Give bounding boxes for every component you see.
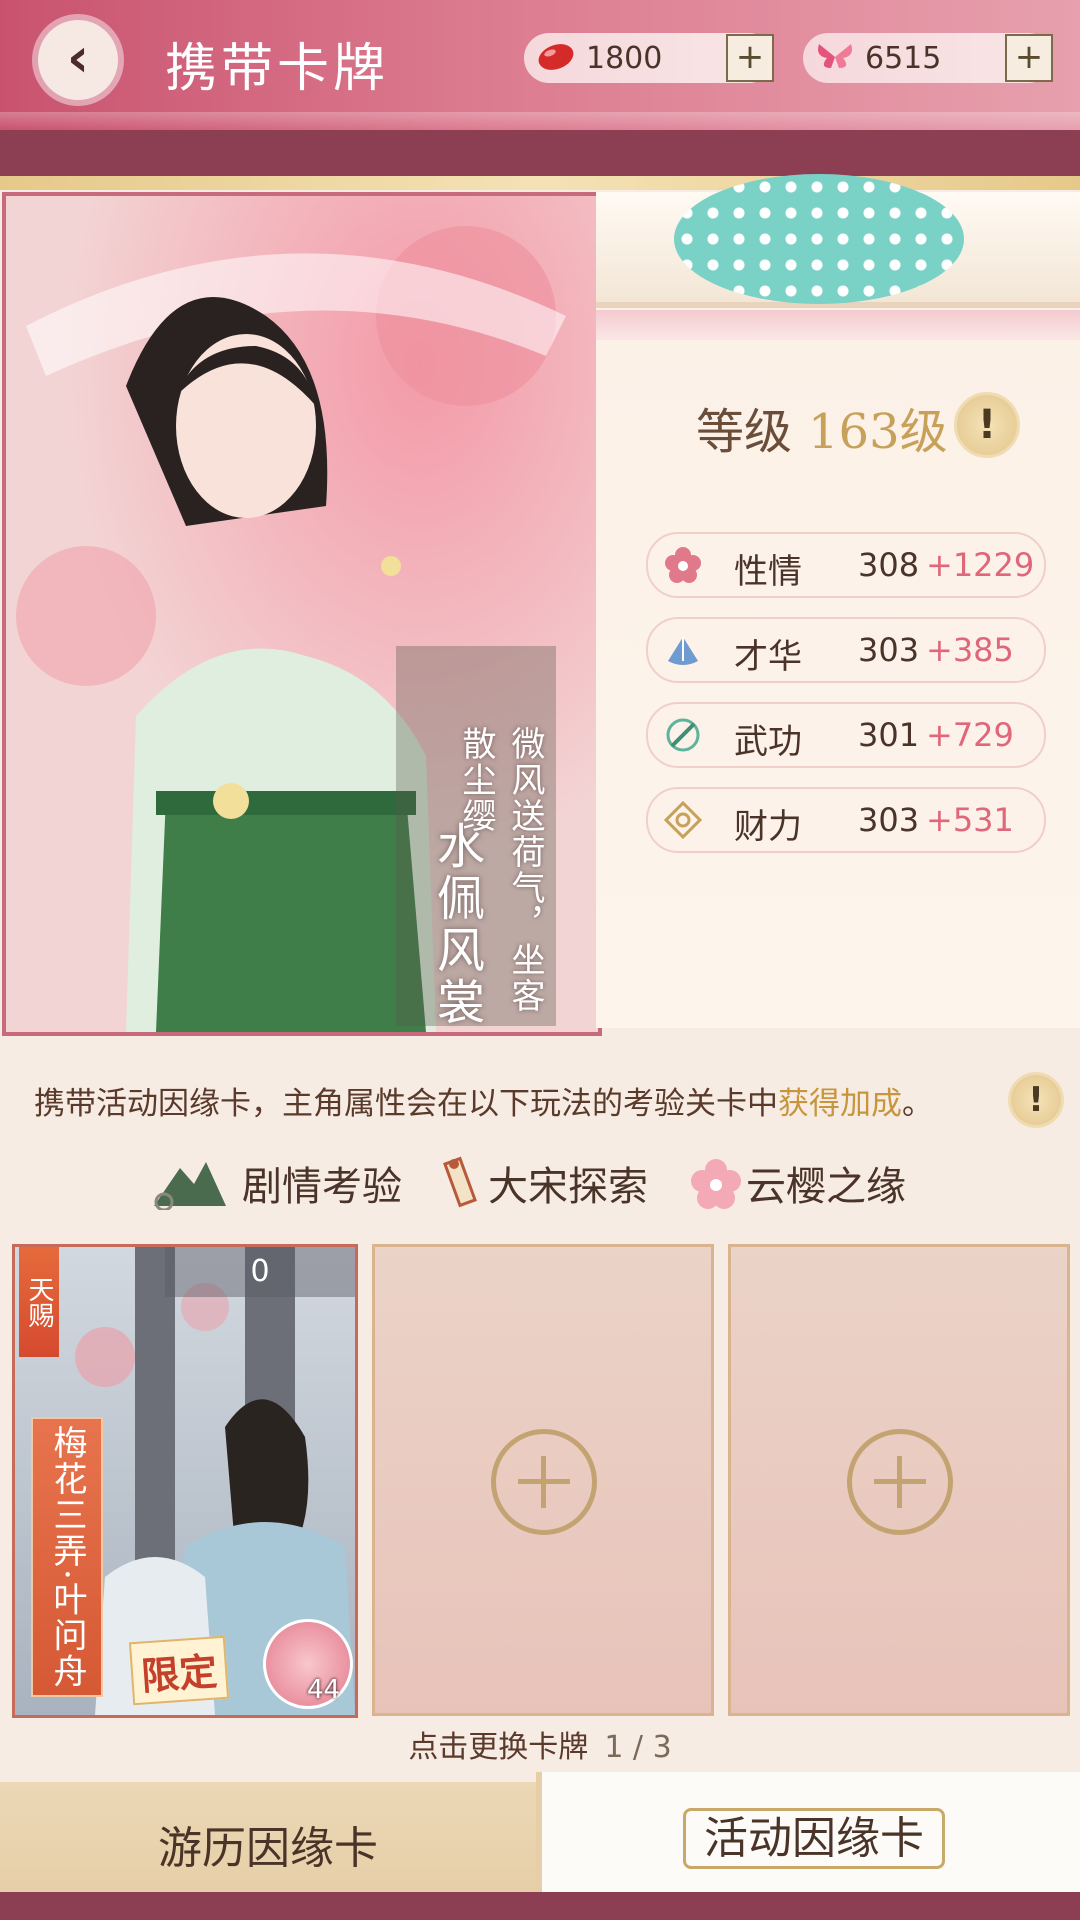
card-title: 水佩风裳 <box>428 821 484 1029</box>
resource-value: 6515 <box>865 41 942 76</box>
tab-wander-cards[interactable]: 游历因缘卡 <box>0 1782 536 1892</box>
resource-butterfly: 6515 + <box>803 33 1053 83</box>
header-divider <box>0 130 1080 190</box>
level-value: 163级 <box>808 404 948 460</box>
mode-story-trial: 剧情考验 <box>150 1150 410 1210</box>
stat-label: 武功 <box>734 722 802 762</box>
card-slot-empty[interactable] <box>372 1244 714 1716</box>
cherry-blossom-icon <box>691 1159 741 1209</box>
description-text: 携带活动因缘卡，主角属性会在以下玩法的考验关卡中 <box>34 1086 778 1122</box>
switch-card-hint: 点击更换卡牌 1 / 3 <box>0 1722 1080 1766</box>
decorative-banner <box>596 174 1080 308</box>
card-slot-empty[interactable] <box>728 1244 1070 1716</box>
butterfly-icon <box>818 44 852 68</box>
level-info-button[interactable]: ! <box>954 392 1020 458</box>
add-butterfly-button[interactable]: + <box>1005 34 1053 82</box>
decorative-ribbon <box>596 310 1080 340</box>
sword-icon <box>666 718 700 752</box>
fan-icon <box>668 637 698 665</box>
card-slot-filled[interactable]: 天赐 0 梅花三弄·叶问舟 限定 44 <box>12 1244 358 1718</box>
stat-bonus: +729 <box>926 716 1014 754</box>
tab-label: 游历因缘卡 <box>158 1823 378 1874</box>
stat-row-temperament: 性情 308 +1229 <box>646 532 1046 598</box>
plus-circle-icon <box>491 1429 597 1535</box>
stat-row-martial: 武功 301 +729 <box>646 702 1046 768</box>
tab-label-wrap: 活动因缘卡 <box>542 1802 1080 1869</box>
stat-label: 才华 <box>734 637 802 677</box>
stat-row-wealth: 财力 303 +531 <box>646 787 1046 853</box>
back-button[interactable]: ‹ <box>38 20 118 100</box>
mode-cloud-sakura: 云樱之缘 <box>686 1150 926 1210</box>
stat-bonus: +1229 <box>926 546 1035 584</box>
tab-label: 活动因缘卡 <box>683 1808 945 1869</box>
mountain-icon <box>154 1162 226 1210</box>
tab-event-cards[interactable]: 活动因缘卡 <box>536 1772 1080 1892</box>
card-info-panel: 等级 163级 ! 性情 308 +1229 才华 303 +385 武功 30… <box>596 174 1080 1028</box>
mode-label: 大宋探索 <box>488 1164 648 1210</box>
switch-hint-text: 点击更换卡牌 <box>408 1730 589 1765</box>
mode-label: 云樱之缘 <box>746 1164 906 1210</box>
chevron-left-icon: ‹ <box>66 26 90 89</box>
flower-icon <box>665 547 701 583</box>
mode-label: 剧情考验 <box>242 1164 402 1210</box>
coin-icon <box>664 801 702 839</box>
bottom-border <box>0 1892 1080 1920</box>
stat-bonus: +385 <box>926 631 1014 669</box>
character-card: 水佩风裳 微风送荷气，坐客散尘缨 <box>2 192 602 1036</box>
description-end: 。 <box>902 1086 933 1122</box>
stat-base: 308 <box>858 546 920 584</box>
resource-red-bean: 1800 + <box>524 33 774 83</box>
polka-dot-emblem <box>674 174 964 304</box>
slot-card-name: 梅花三弄·叶问舟 <box>31 1417 103 1697</box>
level-label: 等级 <box>696 404 793 460</box>
page-indicator: 1 / 3 <box>604 1730 672 1765</box>
gift-tag: 天赐 <box>19 1247 59 1357</box>
stat-base: 303 <box>858 801 920 839</box>
description-info-button[interactable]: ! <box>1008 1072 1064 1128</box>
page-title: 携带卡牌 <box>165 39 390 99</box>
scroll-icon <box>443 1156 477 1208</box>
stat-row-talent: 才华 303 +385 <box>646 617 1046 683</box>
bonus-description: 携带活动因缘卡，主角属性会在以下玩法的考验关卡中获得加成。 <box>34 1078 933 1123</box>
stat-base: 301 <box>858 716 920 754</box>
plus-circle-icon <box>847 1429 953 1535</box>
slot-count: 0 <box>165 1247 355 1297</box>
stat-base: 303 <box>858 631 920 669</box>
stat-bonus: +531 <box>926 801 1014 839</box>
slot-card-level: 44 <box>307 1675 341 1705</box>
red-bean-icon <box>538 44 574 70</box>
card-poem: 微风送荷气，坐客散尘缨 <box>456 726 545 1014</box>
description-highlight: 获得加成 <box>778 1086 902 1122</box>
add-red-bean-button[interactable]: + <box>726 34 774 82</box>
mode-song-explore: 大宋探索 <box>438 1150 668 1210</box>
stat-label: 性情 <box>734 552 802 592</box>
stat-label: 财力 <box>734 807 802 847</box>
resource-value: 1800 <box>586 41 663 76</box>
limited-badge: 限定 <box>128 1635 230 1706</box>
